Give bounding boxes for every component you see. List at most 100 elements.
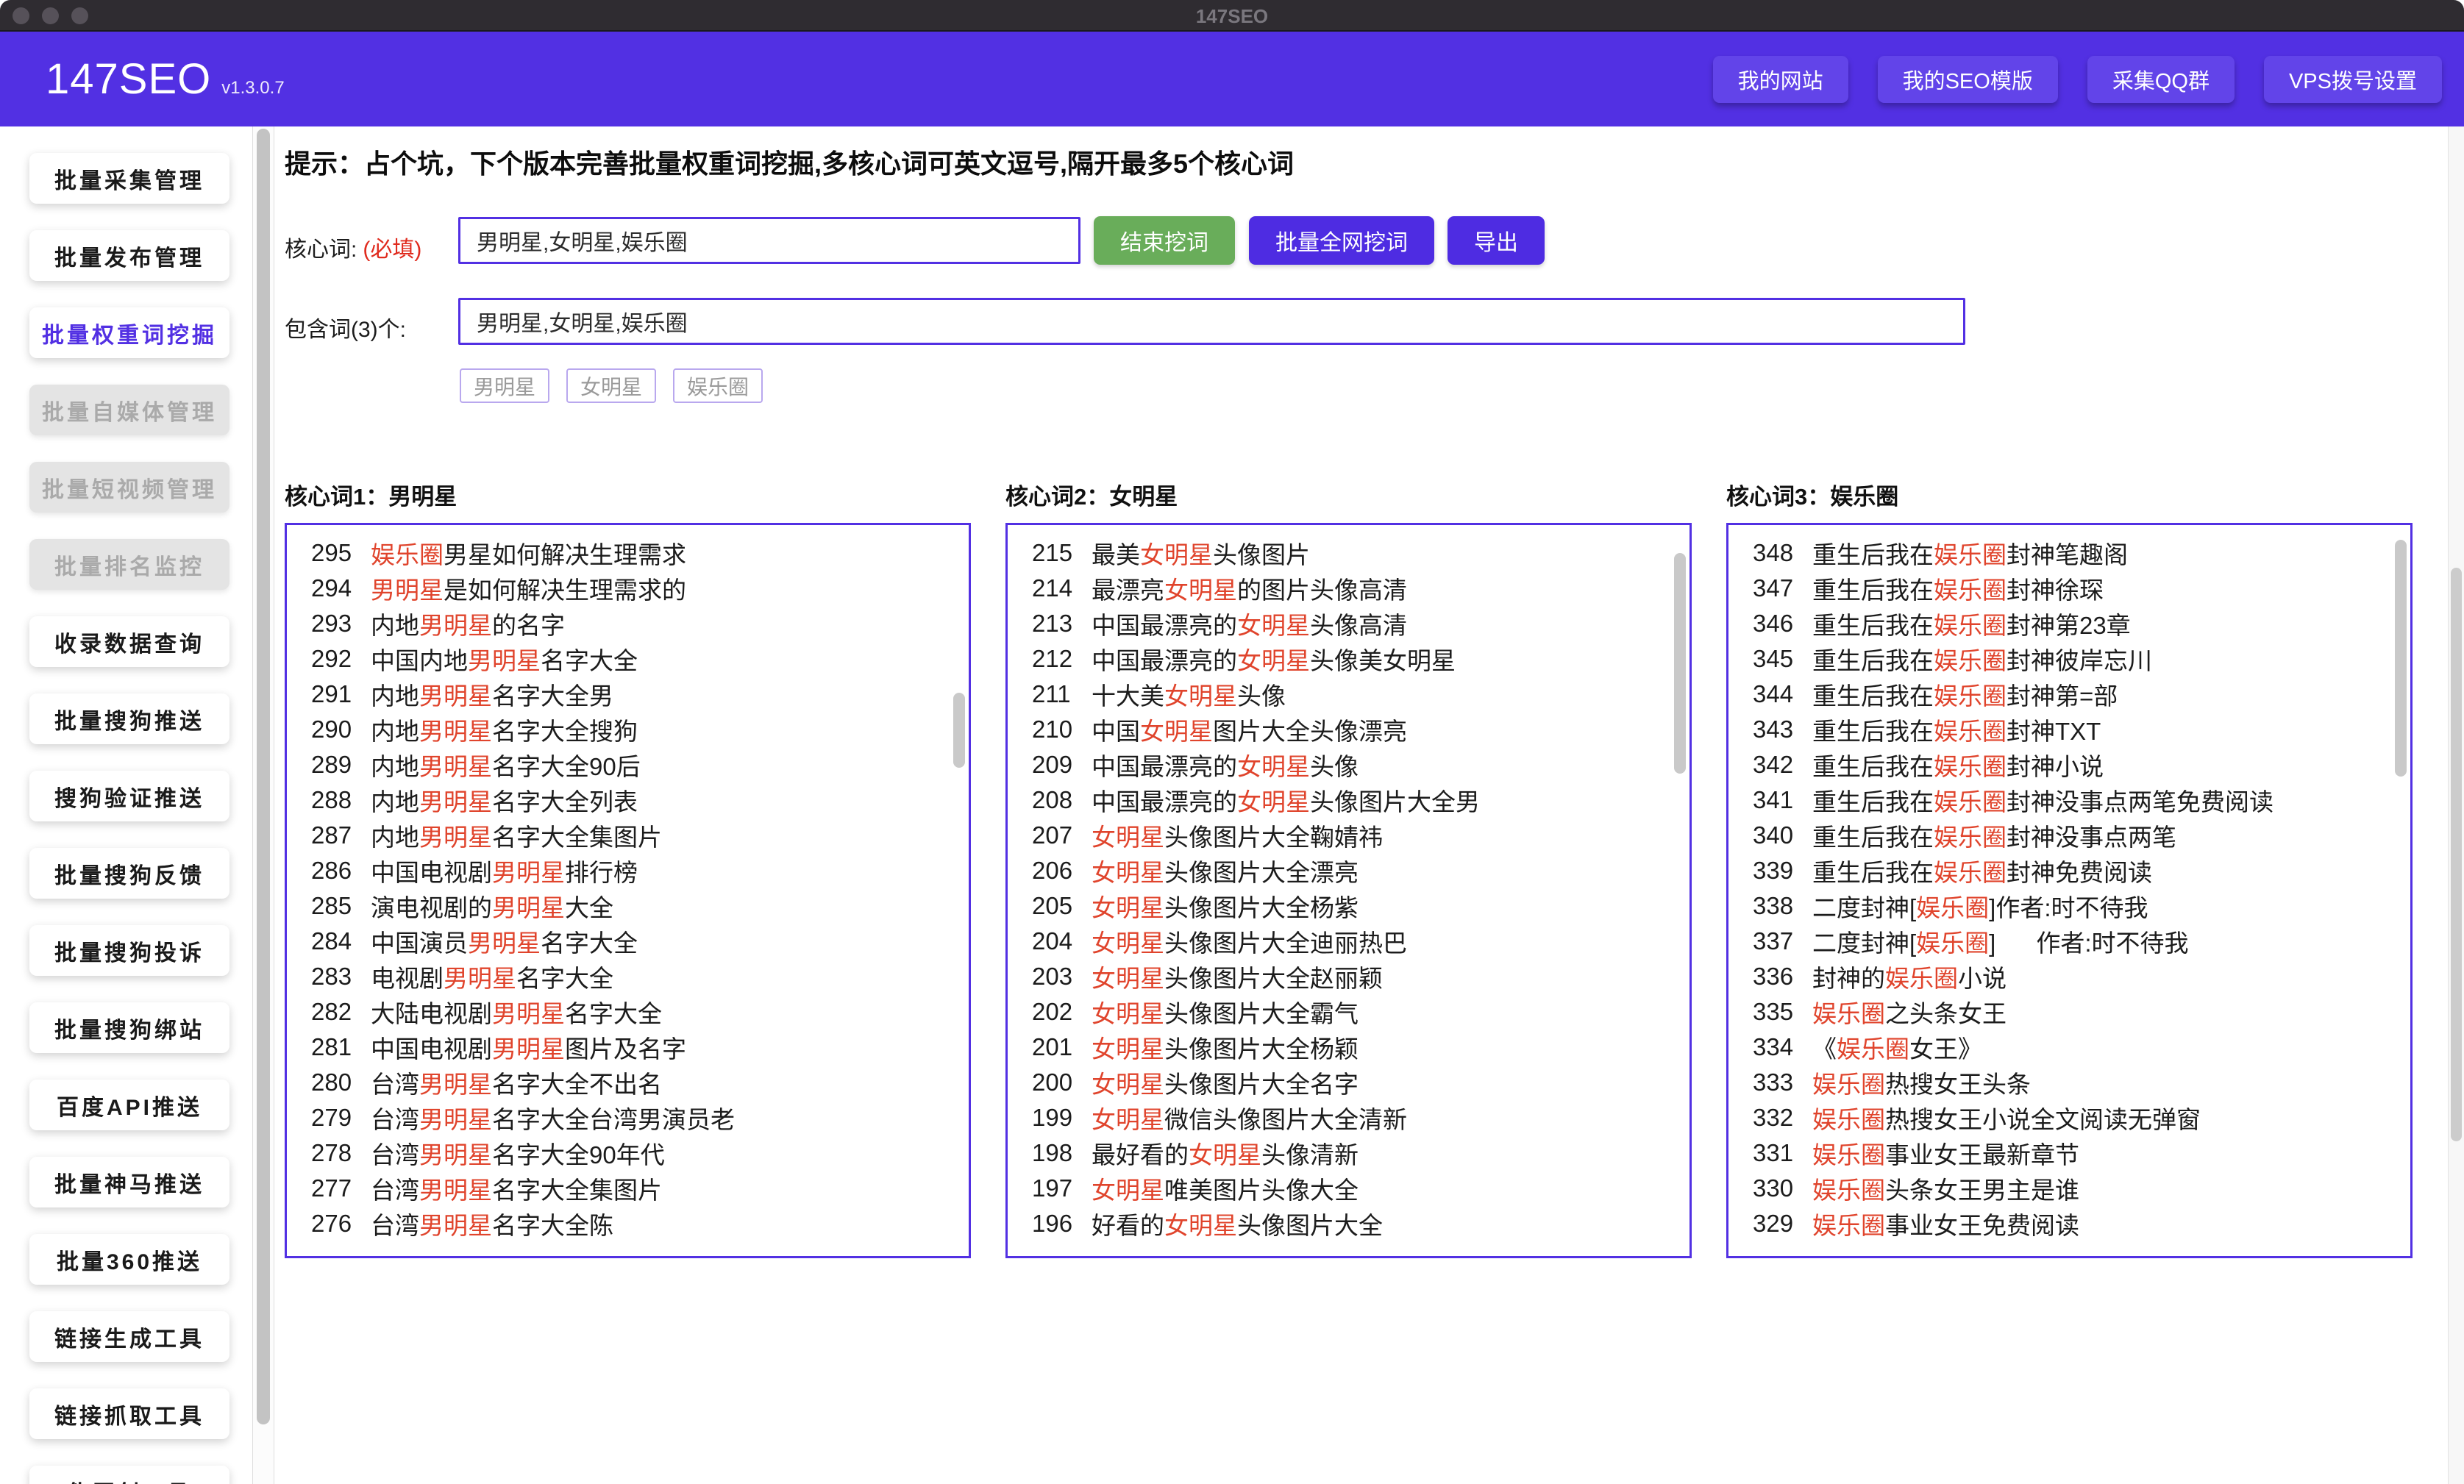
- sidebar-scrollbar-thumb[interactable]: [257, 129, 270, 1424]
- keyword-item[interactable]: 203 女明星头像图片大全赵丽颖: [1008, 959, 1689, 994]
- batch-network-mining-button[interactable]: 批量全网挖词: [1249, 216, 1434, 265]
- keyword-item[interactable]: 348 重生后我在娱乐圈封神笔趣阁: [1728, 535, 2410, 571]
- sidebar-item-batch-sogou-complaint[interactable]: 批量搜狗投诉: [29, 925, 229, 976]
- keyword-item[interactable]: 286 中国电视剧男明星排行榜: [287, 853, 969, 888]
- keyword-item[interactable]: 332 娱乐圈热搜女王小说全文阅读无弹窗: [1728, 1100, 2410, 1135]
- keyword-item[interactable]: 331 娱乐圈事业女王最新章节: [1728, 1135, 2410, 1171]
- keyword-item[interactable]: 207 女明星头像图片大全鞠婧祎: [1008, 818, 1689, 853]
- keyword-item[interactable]: 276 台湾男明星名字大全陈: [287, 1206, 969, 1241]
- nav-my-seo-template[interactable]: 我的SEO模版: [1877, 55, 2058, 103]
- sidebar-item-batch-sogou-push[interactable]: 批量搜狗推送: [29, 693, 229, 744]
- keyword-item[interactable]: 199 女明星微信头像图片大全清新: [1008, 1100, 1689, 1135]
- tag-keyword-1[interactable]: 男明星: [460, 368, 550, 403]
- keyword-item[interactable]: 200 女明星头像图片大全名字: [1008, 1065, 1689, 1100]
- keyword-item[interactable]: 339 重生后我在娱乐圈封神免费阅读: [1728, 853, 2410, 888]
- include-words-input[interactable]: [458, 298, 1965, 345]
- keyword-item[interactable]: 334 《娱乐圈女王》: [1728, 1030, 2410, 1065]
- sidebar-item-link-grab-tool[interactable]: 链接抓取工具: [29, 1388, 229, 1439]
- keyword-item[interactable]: 343 重生后我在娱乐圈封神TXT: [1728, 712, 2410, 747]
- sidebar-item-batch-shenma-push[interactable]: 批量神马推送: [29, 1157, 229, 1207]
- keyword-item[interactable]: 292 中国内地男明星名字大全: [287, 641, 969, 677]
- sidebar-item-batch-sogou-feedback[interactable]: 批量搜狗反馈: [29, 848, 229, 899]
- nav-vps-dial-settings[interactable]: VPS拨号设置: [2263, 55, 2442, 103]
- keyword-list-2-scrollbar-thumb[interactable]: [1674, 553, 1686, 774]
- keyword-item[interactable]: 278 台湾男明星名字大全90年代: [287, 1135, 969, 1171]
- keyword-item[interactable]: 214 最漂亮女明星的图片头像高清: [1008, 571, 1689, 606]
- keyword-item[interactable]: 212 中国最漂亮的女明星头像美女明星: [1008, 641, 1689, 677]
- keyword-item[interactable]: 340 重生后我在娱乐圈封神没事点两笔: [1728, 818, 2410, 853]
- keyword-item[interactable]: 341 重生后我在娱乐圈封神没事点两笔免费阅读: [1728, 782, 2410, 818]
- keyword-item[interactable]: 335 娱乐圈之头条女王: [1728, 994, 2410, 1030]
- keyword-list-3-scrollbar-thumb[interactable]: [2395, 540, 2407, 777]
- keyword-item[interactable]: 342 重生后我在娱乐圈封神小说: [1728, 747, 2410, 782]
- core-keyword-input[interactable]: [458, 217, 1080, 264]
- keyword-item[interactable]: 293 内地男明星的名字: [287, 606, 969, 641]
- window-scrollbar-track[interactable]: [2448, 126, 2464, 1484]
- keyword-list-1-scrollbar-thumb[interactable]: [953, 693, 965, 768]
- keyword-item[interactable]: 345 重生后我在娱乐圈封神彼岸忘川: [1728, 641, 2410, 677]
- keyword-item[interactable]: 288 内地男明星名字大全列表: [287, 782, 969, 818]
- keyword-item[interactable]: 198 最好看的女明星头像清新: [1008, 1135, 1689, 1171]
- keyword-list-1-scrollbar-track[interactable]: [950, 525, 969, 1256]
- keyword-list-2-scrollbar-track[interactable]: [1670, 525, 1689, 1256]
- keyword-item[interactable]: 287 内地男明星名字大全集图片: [287, 818, 969, 853]
- sidebar-item-batch-collect-manage[interactable]: 批量采集管理: [29, 153, 229, 204]
- nav-qq-group[interactable]: 采集QQ群: [2087, 55, 2235, 103]
- keyword-item[interactable]: 346 重生后我在娱乐圈封神第23章: [1728, 606, 2410, 641]
- keyword-item[interactable]: 201 女明星头像图片大全杨颖: [1008, 1030, 1689, 1065]
- sidebar-item-sogou-verify-push[interactable]: 搜狗验证推送: [29, 771, 229, 821]
- keyword-item[interactable]: 336 封神的娱乐圈小说: [1728, 959, 2410, 994]
- keyword-item[interactable]: 295 娱乐圈男星如何解决生理需求: [287, 535, 969, 571]
- sidebar-item-batch-publish-manage[interactable]: 批量发布管理: [29, 230, 229, 281]
- sidebar-item-link-generate-tool[interactable]: 链接生成工具: [29, 1311, 229, 1362]
- keyword-item[interactable]: 277 台湾男明星名字大全集图片: [287, 1171, 969, 1206]
- keyword-item[interactable]: 333 娱乐圈热搜女王头条: [1728, 1065, 2410, 1100]
- keyword-item[interactable]: 347 重生后我在娱乐圈封神徐琛: [1728, 571, 2410, 606]
- keyword-item[interactable]: 294 男明星是如何解决生理需求的: [287, 571, 969, 606]
- keyword-item[interactable]: 337 二度封神[娱乐圈] 作者:时不待我: [1728, 924, 2410, 959]
- keyword-item[interactable]: 291 内地男明星名字大全男: [287, 677, 969, 712]
- keyword-item[interactable]: 197 女明星唯美图片头像大全: [1008, 1171, 1689, 1206]
- keyword-item[interactable]: 206 女明星头像图片大全漂亮: [1008, 853, 1689, 888]
- keyword-item[interactable]: 215 最美女明星头像图片: [1008, 535, 1689, 571]
- keyword-item[interactable]: 285 演电视剧的男明星大全: [287, 888, 969, 924]
- keyword-item[interactable]: 210 中国女明星图片大全头像漂亮: [1008, 712, 1689, 747]
- tag-keyword-2[interactable]: 女明星: [566, 368, 657, 403]
- keyword-item[interactable]: 283 电视剧男明星名字大全: [287, 959, 969, 994]
- keyword-text: 女明星微信头像图片大全清新: [1092, 1106, 1407, 1133]
- keyword-item[interactable]: 344 重生后我在娱乐圈封神第=部: [1728, 677, 2410, 712]
- sidebar-item-baidu-api-push[interactable]: 百度API推送: [29, 1080, 229, 1130]
- keyword-item[interactable]: 208 中国最漂亮的女明星头像图片大全男: [1008, 782, 1689, 818]
- keyword-item[interactable]: 211 十大美女明星头像: [1008, 677, 1689, 712]
- keyword-item[interactable]: 202 女明星头像图片大全霸气: [1008, 994, 1689, 1030]
- keyword-list-3-scrollbar-track[interactable]: [2391, 525, 2410, 1256]
- export-button[interactable]: 导出: [1448, 216, 1545, 265]
- stop-mining-button[interactable]: 结束挖词: [1094, 216, 1235, 265]
- keyword-item[interactable]: 289 内地男明星名字大全90后: [287, 747, 969, 782]
- sidebar-item-index-data-query[interactable]: 收录数据查询: [29, 616, 229, 667]
- sidebar-item-batch-weight-word-mining[interactable]: 批量权重词挖掘: [29, 307, 229, 358]
- keyword-item[interactable]: 280 台湾男明星名字大全不出名: [287, 1065, 969, 1100]
- keyword-item[interactable]: 204 女明星头像图片大全迪丽热巴: [1008, 924, 1689, 959]
- nav-my-website[interactable]: 我的网站: [1712, 55, 1848, 103]
- keyword-rank: 279: [311, 1104, 352, 1131]
- sidebar-item-batch-360-push[interactable]: 批量360推送: [29, 1234, 229, 1285]
- keyword-item[interactable]: 205 女明星头像图片大全杨紫: [1008, 888, 1689, 924]
- keyword-item[interactable]: 209 中国最漂亮的女明星头像: [1008, 747, 1689, 782]
- keyword-item[interactable]: 282 大陆电视剧男明星名字大全: [287, 994, 969, 1030]
- keyword-item[interactable]: 284 中国演员男明星名字大全: [287, 924, 969, 959]
- keyword-item[interactable]: 279 台湾男明星名字大全台湾男演员老: [287, 1100, 969, 1135]
- sidebar-scrollbar-track[interactable]: [252, 126, 274, 1484]
- tag-keyword-3[interactable]: 娱乐圈: [673, 368, 763, 403]
- sidebar-item-batch-sogou-bind-site[interactable]: 批量搜狗绑站: [29, 1002, 229, 1053]
- keyword-item[interactable]: 329 娱乐圈事业女王免费阅读: [1728, 1206, 2410, 1241]
- keyword-item[interactable]: 281 中国电视剧男明星图片及名字: [287, 1030, 969, 1065]
- keyword-item[interactable]: 213 中国最漂亮的女明星头像高清: [1008, 606, 1689, 641]
- sidebar-item-pseudo-original-tool[interactable]: 伪原创工具: [29, 1466, 229, 1484]
- keyword-item[interactable]: 290 内地男明星名字大全搜狗: [287, 712, 969, 747]
- keyword-item[interactable]: 330 娱乐圈头条女王男主是谁: [1728, 1171, 2410, 1206]
- keyword-item[interactable]: 196 好看的女明星头像图片大全: [1008, 1206, 1689, 1241]
- keyword-rank: 196: [1032, 1210, 1073, 1237]
- keyword-item[interactable]: 338 二度封神[娱乐圈]作者:时不待我: [1728, 888, 2410, 924]
- window-scrollbar-thumb[interactable]: [2451, 568, 2462, 1141]
